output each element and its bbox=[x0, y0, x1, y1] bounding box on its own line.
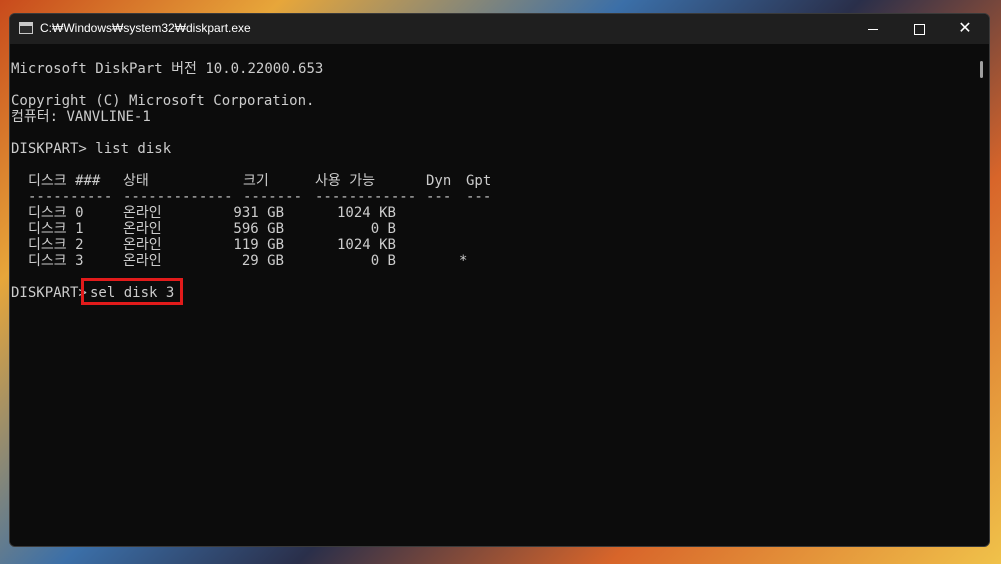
maximize-icon bbox=[913, 23, 925, 35]
cell-disk: 디스크 3 bbox=[28, 253, 84, 269]
maximize-button[interactable] bbox=[896, 14, 942, 44]
cell-status: 온라인 bbox=[123, 205, 162, 221]
minimize-button[interactable] bbox=[850, 14, 896, 44]
header-gpt: Gpt bbox=[466, 173, 492, 189]
vertical-scrollbar[interactable] bbox=[974, 44, 989, 525]
console-window: C:₩Windows₩system32₩diskpart.exe ✕ Micro… bbox=[9, 13, 990, 547]
cell-gpt: * bbox=[459, 253, 468, 269]
header-size: 크기 bbox=[243, 173, 269, 189]
cell-size: 931 GB bbox=[233, 205, 284, 221]
cell-free: 1024 KB bbox=[336, 205, 396, 221]
cell-disk: 디스크 2 bbox=[28, 237, 84, 253]
separator: ------------- bbox=[123, 189, 233, 205]
close-button[interactable]: ✕ bbox=[942, 14, 988, 44]
cell-status: 온라인 bbox=[123, 237, 162, 253]
scroll-thumb[interactable] bbox=[980, 61, 983, 78]
header-status: 상태 bbox=[123, 173, 149, 189]
minimize-icon bbox=[868, 28, 878, 30]
command-line-list-disk: DISKPART> list disk bbox=[11, 141, 172, 157]
cell-size: 596 GB bbox=[233, 221, 284, 237]
computer-line: 컴퓨터: VANVLINE-1 bbox=[11, 109, 151, 125]
window-title: C:₩Windows₩system32₩diskpart.exe bbox=[40, 21, 251, 35]
version-line: Microsoft DiskPart 버전 10.0.22000.653 bbox=[11, 61, 324, 77]
cell-disk: 디스크 0 bbox=[28, 205, 84, 221]
cell-status: 온라인 bbox=[123, 253, 162, 269]
separator: --- bbox=[426, 189, 452, 205]
title-bar[interactable]: C:₩Windows₩system32₩diskpart.exe ✕ bbox=[10, 14, 989, 44]
close-icon: ✕ bbox=[958, 20, 972, 37]
cell-free: 0 B bbox=[370, 221, 396, 237]
header-disk: 디스크 ### bbox=[28, 173, 101, 189]
separator: ------- bbox=[243, 189, 303, 205]
cell-disk: 디스크 1 bbox=[28, 221, 84, 237]
console-output[interactable]: Microsoft DiskPart 버전 10.0.22000.653 Cop… bbox=[10, 44, 974, 525]
horizontal-scrollbar[interactable] bbox=[10, 526, 989, 546]
separator: ------------ bbox=[315, 189, 417, 205]
separator: ---------- bbox=[28, 189, 113, 205]
console-app-icon bbox=[19, 22, 33, 34]
header-dyn: Dyn bbox=[426, 173, 452, 189]
cell-size: 119 GB bbox=[233, 237, 284, 253]
separator: --- bbox=[466, 189, 492, 205]
cell-status: 온라인 bbox=[123, 221, 162, 237]
cell-size: 29 GB bbox=[241, 253, 284, 269]
cell-free: 1024 KB bbox=[336, 237, 396, 253]
header-free: 사용 가능 bbox=[315, 173, 375, 189]
prompt-label: DISKPART> bbox=[11, 285, 87, 301]
copyright-line: Copyright (C) Microsoft Corporation. bbox=[11, 93, 315, 109]
highlight-box bbox=[81, 278, 183, 305]
cell-free: 0 B bbox=[370, 253, 396, 269]
